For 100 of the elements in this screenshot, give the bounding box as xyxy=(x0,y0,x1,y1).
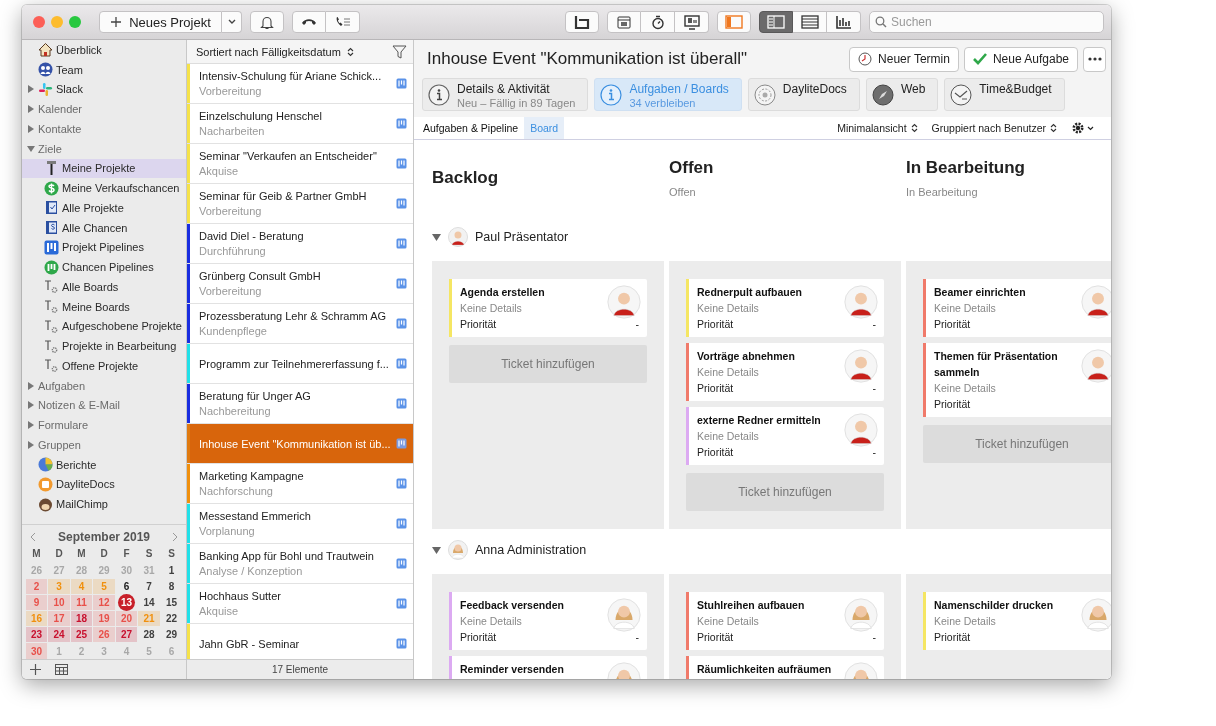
new-project-button[interactable]: Neues Projekt xyxy=(99,11,222,33)
search-field[interactable]: Suchen xyxy=(869,11,1104,33)
dropdown-button[interactable] xyxy=(222,11,242,33)
project-row[interactable]: Intensiv-Schulung für Ariane Schick... Vorbereitung xyxy=(187,64,413,104)
chart-view-button[interactable] xyxy=(827,11,861,33)
calendar-day[interactable]: 6 xyxy=(115,578,138,594)
calendar-day[interactable]: 14 xyxy=(138,594,160,611)
project-row[interactable]: Prozessberatung Lehr & Schramm AG Kundenpflege xyxy=(187,304,413,344)
sidebar-item[interactable]: Kontakte xyxy=(22,119,186,139)
task-card[interactable]: Räumlichkeiten aufräumen xyxy=(686,656,884,679)
sidebar-item[interactable]: Projekt Pipelines xyxy=(22,237,186,258)
sidebar-item[interactable]: Berichte xyxy=(22,454,186,475)
calendar-day[interactable]: 28 xyxy=(138,627,160,643)
board-icon[interactable] xyxy=(396,238,407,249)
section-tab[interactable]: Web xyxy=(865,78,939,111)
view-option-menu[interactable]: Gruppiert nach Benutzer xyxy=(931,122,1046,134)
sidebar-item[interactable]: MailChimp xyxy=(22,494,186,514)
phone-icon[interactable] xyxy=(292,11,326,33)
up-down-chevron-icon[interactable] xyxy=(346,46,354,57)
project-row[interactable]: Banking App für Bohl und Trautwein Analyse / Konzeption xyxy=(187,544,413,584)
disclosure-triangle-icon[interactable] xyxy=(27,85,35,94)
window-controls-icon[interactable] xyxy=(33,16,81,28)
task-card[interactable]: Vorträge abnehmen Keine Details Priorität - xyxy=(686,343,884,401)
calendar-day[interactable]: 23 xyxy=(25,627,48,643)
calendar-day[interactable]: 18 xyxy=(70,611,93,627)
task-card[interactable]: Beamer einrichten Keine Details Priorität xyxy=(923,279,1111,337)
board-icon[interactable] xyxy=(396,358,407,369)
stopwatch-icon[interactable] xyxy=(641,11,675,33)
disclosure-triangle-icon[interactable] xyxy=(27,401,35,410)
sidebar-item[interactable]: Aufgaben xyxy=(22,375,186,396)
board-icon[interactable] xyxy=(396,598,407,609)
project-row[interactable]: Hochhaus Sutter Akquise xyxy=(187,584,413,624)
disclosure-triangle-icon[interactable] xyxy=(432,545,441,555)
project-row[interactable]: Einzelschulung Henschel Nacharbeiten xyxy=(187,104,413,144)
board-icon[interactable] xyxy=(396,518,407,529)
task-card[interactable]: Rednerpult aufbauen Keine Details Priorität - xyxy=(686,279,884,337)
project-row[interactable]: David Diel - Beratung Durchführung xyxy=(187,224,413,264)
calendar-day[interactable]: 1 xyxy=(160,562,183,578)
sidebar-toggle-icon[interactable] xyxy=(717,11,751,33)
task-card[interactable]: Themen für Präsentation sammeln Keine Details Priorität xyxy=(923,343,1111,417)
sidebar-item[interactable]: Formulare xyxy=(22,415,186,435)
new-appointment-button[interactable]: Neuer Termin xyxy=(849,46,959,72)
board-icon[interactable] xyxy=(396,118,407,129)
b-logo-icon[interactable] xyxy=(565,11,599,33)
disclosure-triangle-icon[interactable] xyxy=(432,232,441,242)
board-icon[interactable] xyxy=(396,478,407,489)
task-card[interactable]: Stuhlreihen aufbauen Keine Details Priorität - xyxy=(686,592,884,650)
calendar-day[interactable]: 29 xyxy=(160,627,183,643)
disclosure-triangle-icon[interactable] xyxy=(27,421,35,430)
section-tab[interactable]: Time&Budget xyxy=(944,78,1065,111)
project-row[interactable]: Seminar für Geib & Partner GmbH Vorbereitung xyxy=(187,184,413,224)
disclosure-triangle-icon[interactable] xyxy=(27,440,35,449)
view-tab[interactable]: Aufgaben & Pipeline xyxy=(417,117,525,139)
sidebar-item[interactable]: Alle Projekte xyxy=(22,198,186,218)
board-icon[interactable] xyxy=(396,638,407,649)
calendar-day[interactable]: 27 xyxy=(115,627,138,643)
sidebar-item[interactable]: Offene Projekte xyxy=(22,356,186,376)
sidebar-item[interactable]: Aufgeschobene Projekte xyxy=(22,316,186,337)
board-icon[interactable] xyxy=(396,158,407,169)
up-down-chevron-icon[interactable] xyxy=(910,123,918,133)
task-card[interactable]: Agenda erstellen Keine Details Priorität - xyxy=(449,279,647,337)
calendar-day[interactable]: 22 xyxy=(160,611,183,627)
board-icon[interactable] xyxy=(396,438,407,449)
disclosure-triangle-icon[interactable] xyxy=(27,124,35,133)
project-row[interactable]: Marketing Kampagne Nachforschung xyxy=(187,464,413,504)
project-row[interactable]: Programm zur Teilnehmererfassung f... xyxy=(187,344,413,384)
calendar-day[interactable]: 7 xyxy=(138,578,160,594)
sidebar-item[interactable]: Slack xyxy=(22,79,186,100)
sidebar-item[interactable]: Meine Boards xyxy=(22,296,186,317)
sidebar-item[interactable]: Gruppen xyxy=(22,435,186,455)
board-icon[interactable] xyxy=(396,558,407,569)
calendar-day[interactable]: 25 xyxy=(70,627,93,643)
dashboard-icon[interactable] xyxy=(675,11,709,33)
task-card[interactable]: externe Redner ermitteln Keine Details Priorität - xyxy=(686,407,884,465)
sidebar-item[interactable]: Chancen Pipelines xyxy=(22,257,186,277)
settings-icon[interactable] xyxy=(1071,121,1095,135)
calendar-day[interactable]: 15 xyxy=(160,594,183,611)
sidebar-item[interactable]: Alle Chancen xyxy=(22,217,186,238)
sidebar-item[interactable]: Kalender xyxy=(22,99,186,119)
board-icon[interactable] xyxy=(396,318,407,329)
list-view-button[interactable] xyxy=(793,11,827,33)
calendar-icon[interactable] xyxy=(607,11,641,33)
disclosure-triangle-icon[interactable] xyxy=(27,105,35,114)
board-icon[interactable] xyxy=(396,198,407,209)
calendar-day[interactable]: 24 xyxy=(48,627,70,643)
task-card[interactable]: Reminder versenden xyxy=(449,656,647,679)
project-row[interactable]: Seminar "Verkaufen an Entscheider" Akquise xyxy=(187,144,413,184)
sidebar-item[interactable]: Notizen & E-Mail xyxy=(22,395,186,416)
view-option-menu[interactable]: Minimalansicht xyxy=(837,122,907,134)
disclosure-triangle-icon[interactable] xyxy=(27,144,35,153)
disclosure-triangle-icon[interactable] xyxy=(27,381,35,390)
calendar-day[interactable]: 13 xyxy=(118,594,135,612)
next-month-icon[interactable] xyxy=(172,531,179,542)
project-row[interactable]: Messestand Emmerich Vorplanung xyxy=(187,504,413,544)
up-down-chevron-icon[interactable] xyxy=(1050,123,1057,133)
board-icon[interactable] xyxy=(396,398,407,409)
previous-month-icon[interactable] xyxy=(29,531,36,542)
sidebar-item[interactable]: Ziele xyxy=(22,138,186,159)
project-row[interactable]: Inhouse Event "Kommunikation ist üb... xyxy=(187,424,413,464)
task-card[interactable]: Namenschilder drucken Keine Details Priorität xyxy=(923,592,1111,650)
